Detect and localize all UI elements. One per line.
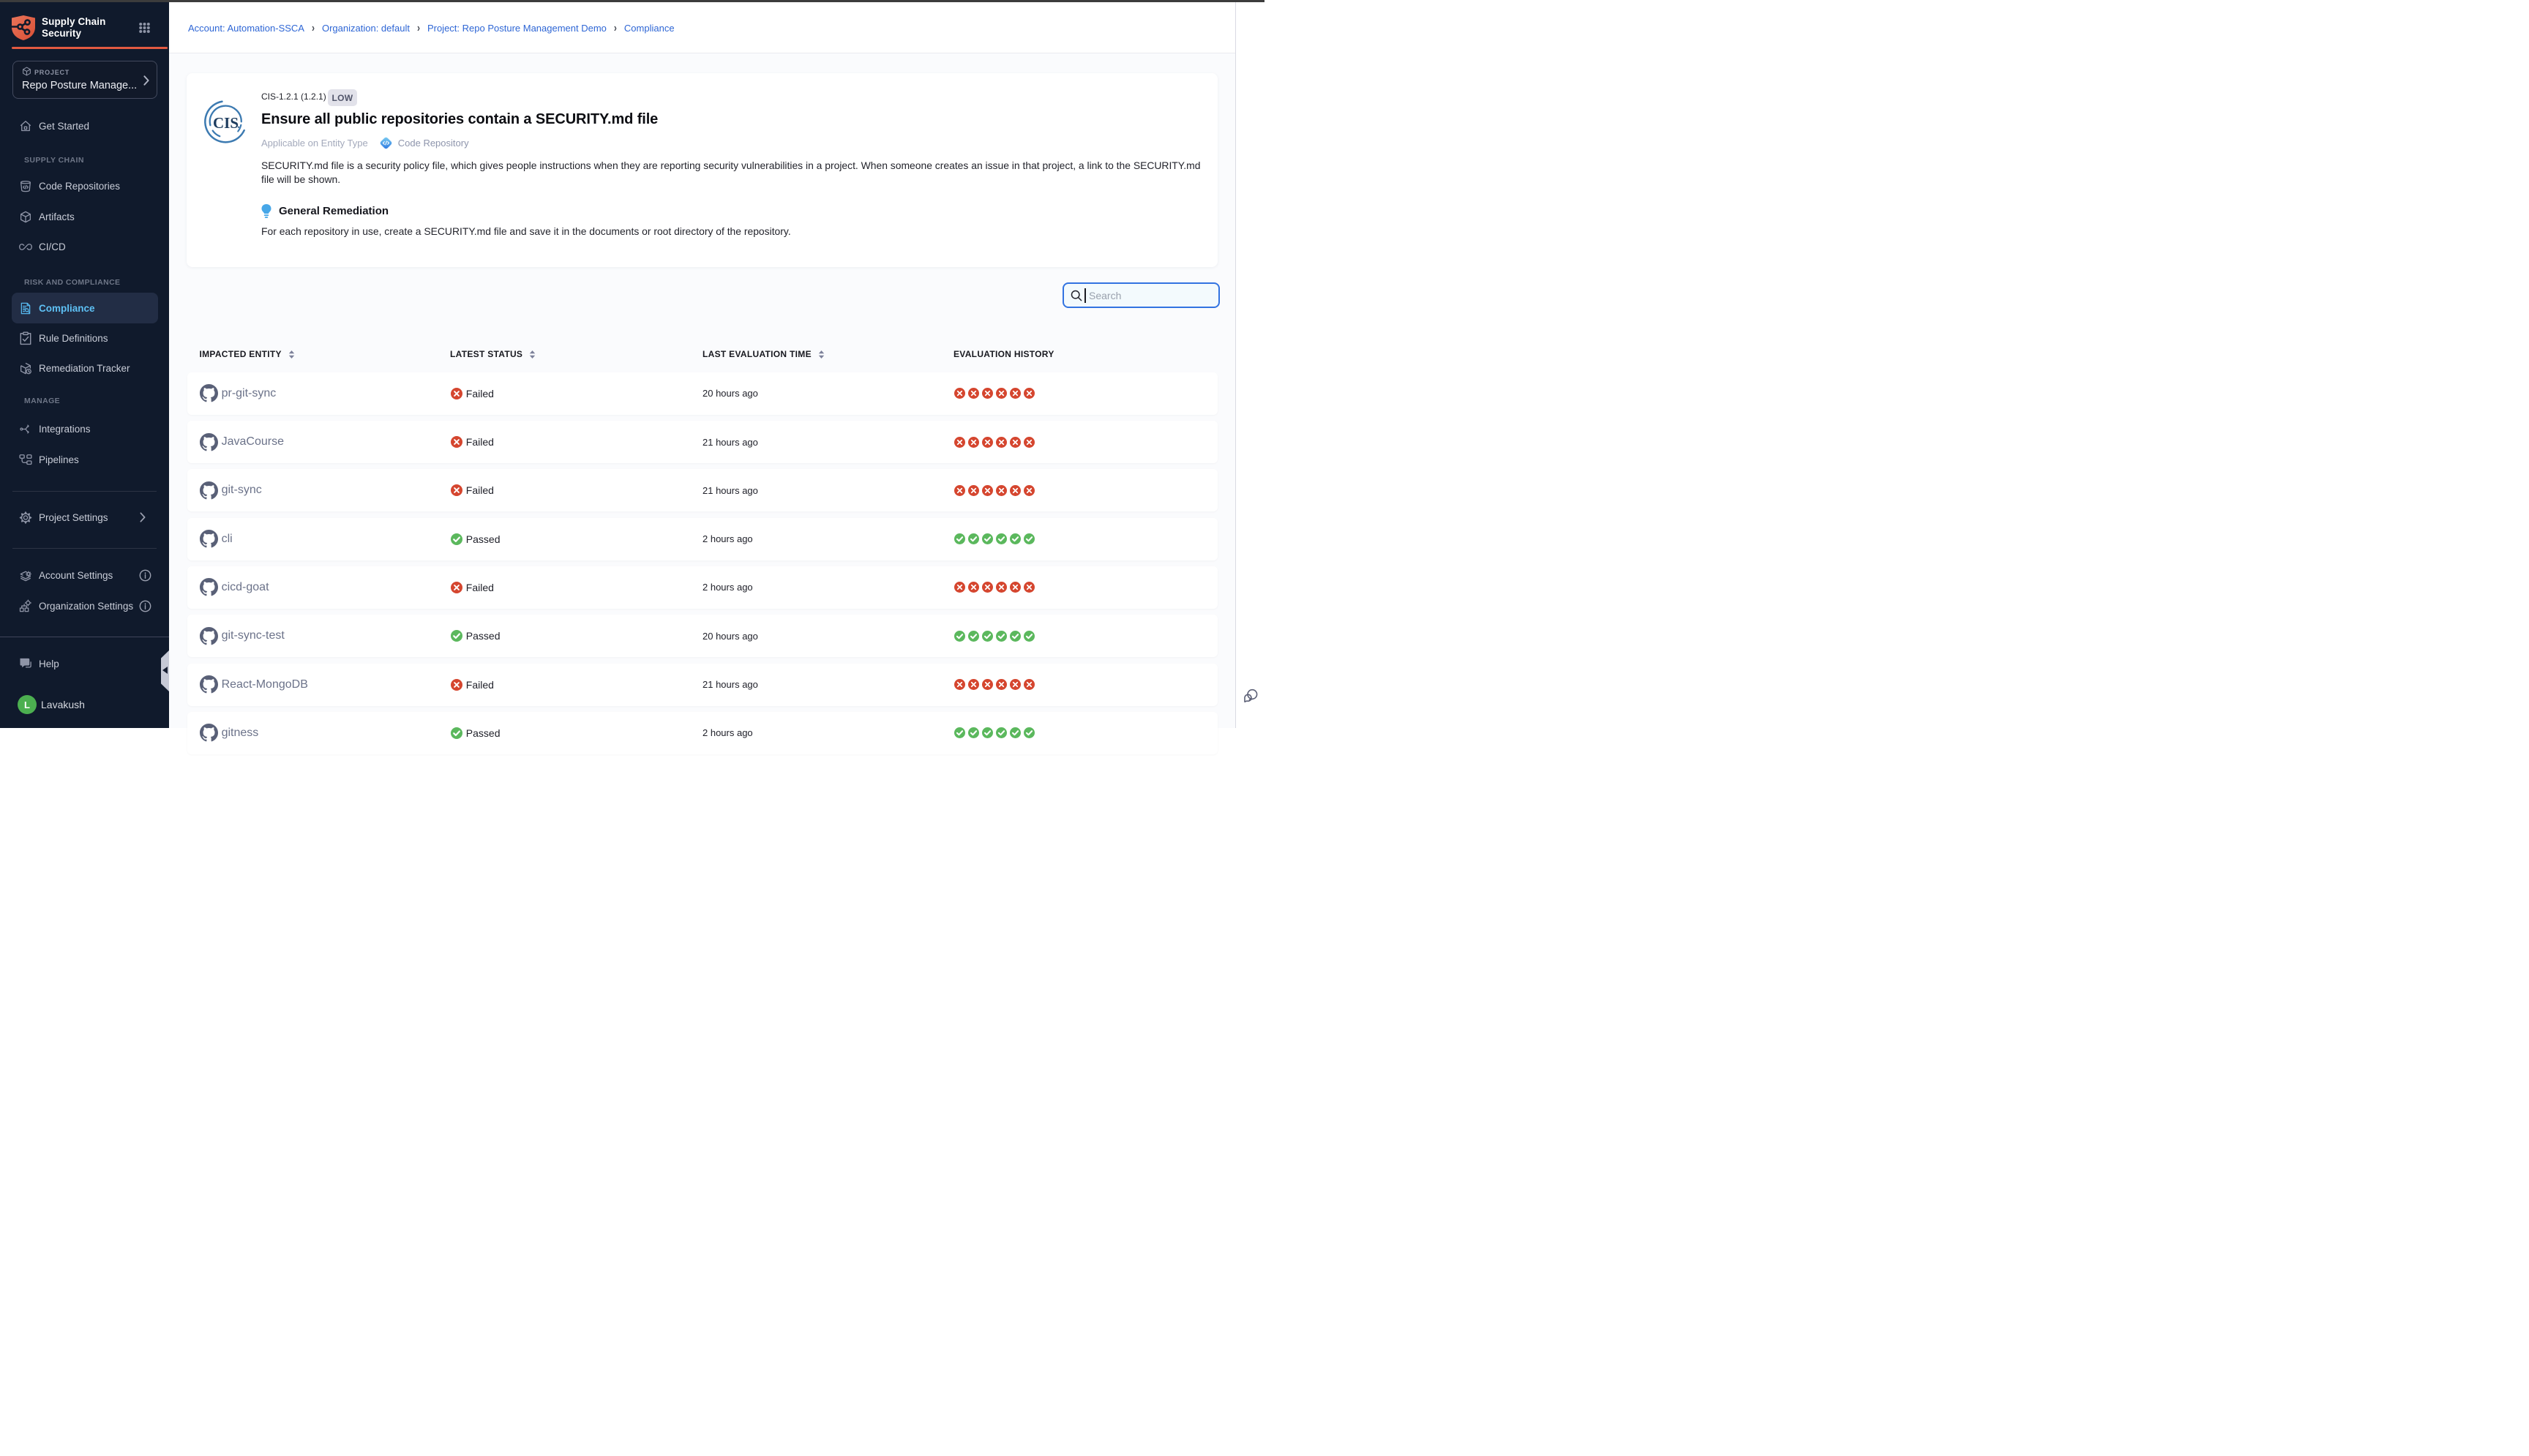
- svg-text:CIS: CIS: [213, 114, 239, 132]
- svg-text:?: ?: [22, 658, 26, 665]
